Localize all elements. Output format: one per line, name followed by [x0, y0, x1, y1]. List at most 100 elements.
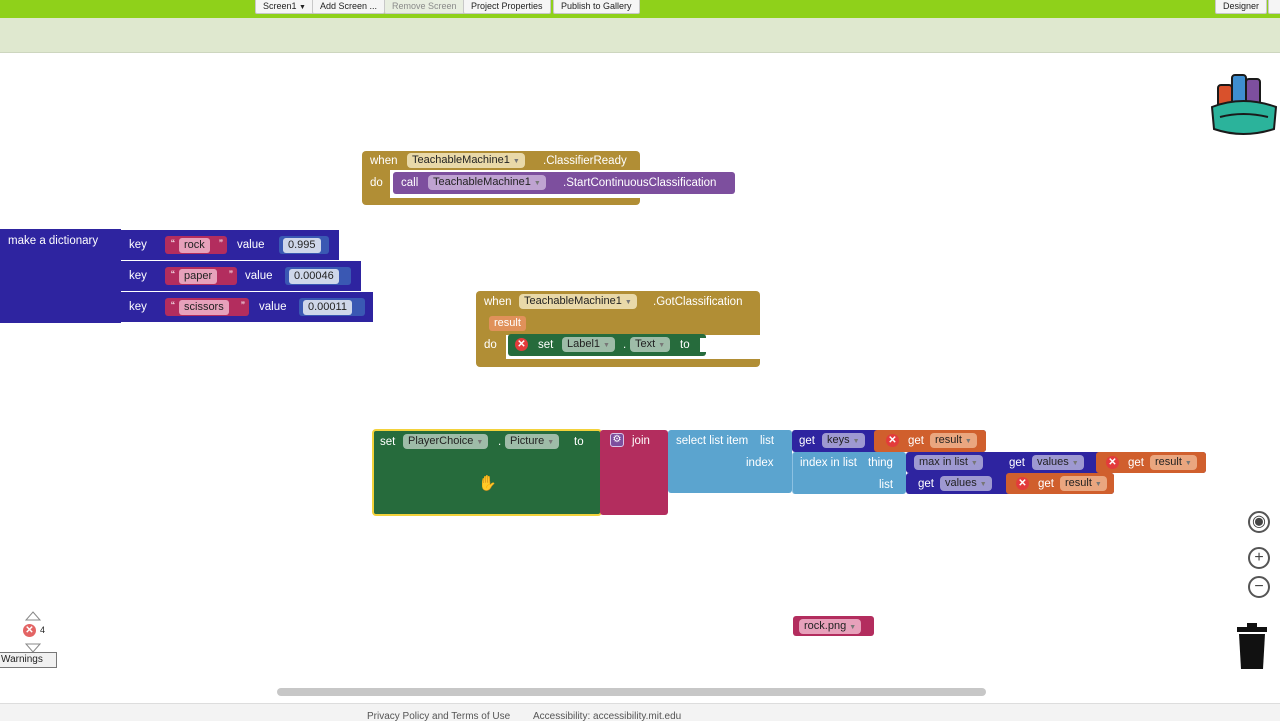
- designer-button[interactable]: Designer: [1215, 0, 1268, 14]
- paper-key-value[interactable]: paper: [179, 269, 218, 284]
- keys-dropdown[interactable]: keys ▼: [822, 433, 865, 448]
- set-label-text-block[interactable]: ✕ set Label1 ▼ . Text ▼ to: [508, 334, 706, 356]
- recenter-icon[interactable]: ◉: [1248, 511, 1270, 533]
- error-icon[interactable]: ✕: [515, 338, 528, 351]
- empty-socket[interactable]: [700, 338, 706, 352]
- max-in-list-dropdown[interactable]: max in list ▼: [914, 455, 983, 470]
- chevron-down-icon: ▼: [1184, 460, 1192, 467]
- get-values-block[interactable]: get values ▼ ✕ get result ▼: [906, 473, 1114, 494]
- rock-png-dropdown[interactable]: rock.png ▼: [799, 619, 862, 634]
- call-label: call: [401, 177, 419, 189]
- index-in-list-block[interactable]: index in list thing list: [792, 452, 906, 494]
- add-screen-button[interactable]: Add Screen ...: [312, 0, 386, 14]
- make-dictionary-label: make a dictionary: [8, 235, 99, 247]
- values-dropdown[interactable]: values ▼: [1032, 455, 1084, 470]
- blocks-button[interactable]: [1268, 0, 1280, 14]
- join-block[interactable]: ⚙ join: [600, 430, 668, 515]
- result-dropdown[interactable]: result ▼: [1150, 455, 1197, 470]
- rock-key-text-block[interactable]: “ rock ”: [165, 236, 227, 254]
- scissors-number-block[interactable]: 0.00011: [299, 298, 365, 316]
- get-result-block[interactable]: ✕ get result ▼: [1006, 473, 1114, 494]
- select-list-item-block[interactable]: select list item list index: [668, 430, 792, 493]
- make-dictionary-block[interactable]: make a dictionary: [0, 229, 121, 323]
- result-text: result: [1155, 456, 1182, 468]
- max-in-list-block[interactable]: max in list ▼ get values ▼ ✕ get result ▼: [906, 452, 1206, 473]
- get-label: get: [908, 435, 924, 447]
- result-dropdown[interactable]: result ▼: [930, 433, 977, 448]
- picture-property-dropdown[interactable]: Picture ▼: [505, 434, 560, 449]
- to-label: to: [574, 436, 584, 448]
- warnings-button[interactable]: Warnings: [0, 652, 57, 668]
- up-arrow-icon: [24, 611, 42, 621]
- dot-label: .: [623, 339, 627, 351]
- list-label: list: [760, 435, 775, 447]
- component-dropdown-label: TeachableMachine1: [524, 295, 622, 307]
- top-toolbar: Screen1 ▼ Add Screen ... Remove Screen P…: [0, 0, 1280, 18]
- dictionary-pair-scissors[interactable]: key “ scissors ” value 0.00011: [121, 292, 373, 322]
- blocks-workspace[interactable]: when TeachableMachine1 ▼ .ClassifierReady…: [0, 53, 1280, 703]
- rock-number-block[interactable]: 0.995: [279, 236, 329, 254]
- remove-screen-button[interactable]: Remove Screen: [384, 0, 465, 14]
- project-properties-button[interactable]: Project Properties: [463, 0, 551, 14]
- screen-select-button[interactable]: Screen1 ▼: [255, 0, 314, 14]
- get-keys-block[interactable]: get keys ▼ ✕ get result ▼: [792, 430, 986, 452]
- dot-label: .: [498, 436, 502, 448]
- set-label: set: [538, 339, 554, 351]
- chevron-down-icon: ▼: [624, 299, 632, 306]
- do-label: do: [370, 177, 383, 189]
- dictionary-pair-paper[interactable]: key “ paper ” value 0.00046: [121, 261, 361, 291]
- result-parameter[interactable]: result: [489, 316, 526, 331]
- result-text: result: [935, 434, 962, 446]
- zoom-out-icon[interactable]: −: [1248, 576, 1270, 598]
- get-result-block[interactable]: ✕ get result ▼: [1096, 452, 1206, 473]
- value-label: value: [237, 239, 265, 251]
- hand-cursor-icon: ✋: [478, 475, 497, 492]
- open-quote: “: [171, 239, 175, 251]
- scissors-key-text-block[interactable]: “ scissors ”: [165, 298, 249, 316]
- horizontal-scrollbar[interactable]: [277, 688, 986, 696]
- dictionary-pair-rock[interactable]: key “ rock ” value 0.995: [121, 230, 339, 260]
- chevron-down-icon: ▼: [979, 481, 987, 488]
- screen-select-label: Screen1: [263, 1, 297, 11]
- backpack-icon[interactable]: [1208, 67, 1278, 137]
- call-start-classification-block[interactable]: call TeachableMachine1 ▼ .StartContinuous…: [393, 172, 735, 194]
- call-component-dropdown[interactable]: TeachableMachine1 ▼: [428, 175, 546, 190]
- values-dropdown[interactable]: values ▼: [940, 476, 992, 491]
- rock-key-value[interactable]: rock: [179, 238, 210, 253]
- warning-next-arrow-icon[interactable]: [24, 640, 42, 653]
- component-dropdown[interactable]: TeachableMachine1 ▼: [519, 294, 637, 309]
- error-icon[interactable]: ✕: [1016, 477, 1029, 490]
- error-icon[interactable]: ✕: [1106, 456, 1119, 469]
- paper-value[interactable]: 0.00046: [289, 269, 339, 284]
- trash-icon[interactable]: [1236, 623, 1268, 671]
- open-quote: “: [171, 270, 175, 282]
- error-icon[interactable]: ✕: [886, 434, 899, 447]
- method-name: .StartContinuousClassification: [563, 177, 717, 189]
- scissors-value[interactable]: 0.00011: [303, 300, 352, 315]
- get-label: get: [1128, 457, 1144, 469]
- rock-value[interactable]: 0.995: [283, 238, 321, 253]
- set-picture-block[interactable]: set PlayerChoice ▼ . Picture ▼ to ✋: [372, 429, 602, 516]
- property-dropdown[interactable]: Text ▼: [630, 337, 671, 352]
- max-in-list-text: max in list: [919, 456, 968, 468]
- result-dropdown[interactable]: result ▼: [1060, 476, 1107, 491]
- rock-png-text-block[interactable]: rock.png ▼: [793, 616, 874, 636]
- component-dropdown[interactable]: TeachableMachine1 ▼: [407, 153, 525, 168]
- chevron-down-icon: ▼: [852, 438, 860, 445]
- paper-key-text-block[interactable]: “ paper ”: [165, 267, 237, 285]
- get-result-block[interactable]: ✕ get result ▼: [874, 430, 986, 452]
- chevron-down-icon: ▼: [603, 342, 610, 349]
- zoom-in-icon[interactable]: +: [1248, 547, 1270, 569]
- playerchoice-dropdown[interactable]: PlayerChoice ▼: [403, 434, 489, 449]
- publish-gallery-button[interactable]: Publish to Gallery: [553, 0, 640, 14]
- privacy-link[interactable]: Privacy Policy and Terms of Use: [367, 711, 510, 722]
- accessibility-link[interactable]: Accessibility: accessibility.mit.edu: [533, 711, 681, 722]
- chevron-down-icon: ▼: [964, 438, 972, 445]
- paper-number-block[interactable]: 0.00046: [285, 267, 351, 285]
- scissors-key-value[interactable]: scissors: [179, 300, 229, 315]
- result-text: result: [1065, 477, 1092, 489]
- warning-prev-arrow-icon[interactable]: [24, 608, 42, 621]
- list-label: list: [879, 479, 894, 491]
- label-component-dropdown[interactable]: Label1 ▼: [562, 337, 615, 352]
- gear-icon[interactable]: ⚙: [610, 433, 624, 447]
